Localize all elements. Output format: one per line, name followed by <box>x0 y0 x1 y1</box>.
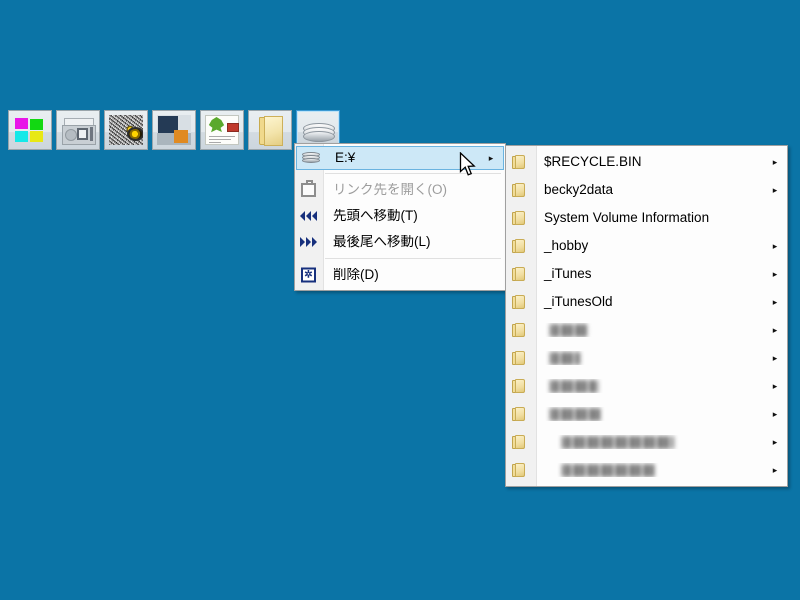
chevron-right-icon: ▸ <box>772 296 778 307</box>
chevron-right-icon: ▸ <box>772 380 778 391</box>
leaf-document-icon <box>205 115 239 145</box>
submenu-item-label: $RECYCLE.BIN <box>544 155 642 169</box>
menu-item-label: 先頭へ移動(T) <box>333 209 418 223</box>
menu-item-label: リンク先を開く(O) <box>333 183 447 197</box>
drive-e-folder-submenu[interactable]: $RECYCLE.BIN ▸ becky2data ▸ System Volume In… <box>505 145 788 487</box>
menu-separator <box>325 258 501 259</box>
menu-item-move-to-first[interactable]: 先頭へ移動(T) <box>295 203 505 229</box>
menu-item-delete[interactable]: ✲ 削除(D) <box>295 262 505 288</box>
open-target-icon <box>295 177 323 203</box>
menu-item-label: 削除(D) <box>333 268 379 282</box>
submenu-item[interactable]: ▸ <box>506 456 787 484</box>
folder-icon <box>506 260 536 288</box>
submenu-item[interactable]: _hobby ▸ <box>506 232 787 260</box>
submenu-item-label <box>536 463 769 477</box>
submenu-item[interactable]: ▸ <box>506 316 787 344</box>
menu-item-move-to-last[interactable]: 最後尾へ移動(L) <box>295 229 505 255</box>
submenu-item-label <box>536 351 769 365</box>
menu-separator <box>325 173 501 174</box>
menu-item-label: E:¥ <box>335 151 356 165</box>
submenu-item-label: becky2data <box>544 183 614 197</box>
chevron-right-icon: ▸ <box>772 240 778 251</box>
menu-item-label: 最後尾へ移動(L) <box>333 235 431 249</box>
submenu-item-label <box>536 323 769 337</box>
folder-icon <box>506 344 536 372</box>
submenu-item[interactable]: ▸ <box>506 400 787 428</box>
submenu-item[interactable]: $RECYCLE.BIN ▸ <box>506 148 787 176</box>
folder-icon <box>506 400 536 428</box>
folder-icon <box>506 316 536 344</box>
submenu-item-label <box>536 379 769 393</box>
redacted-label <box>550 407 600 421</box>
desktop-quick-launch-toolbar[interactable] <box>8 110 340 150</box>
toolbar-icon-eye-photo[interactable] <box>104 110 148 150</box>
windows-logo-icon <box>13 115 47 145</box>
shortcut-context-menu[interactable]: E:¥ ▸ リンク先を開く(O) 先頭へ移動(T) 最後尾へ移動(L) ✲ 削除… <box>294 143 506 291</box>
eye-photo-icon <box>109 115 143 145</box>
folder-icon <box>506 204 536 232</box>
submenu-item[interactable]: _iTunes ▸ <box>506 260 787 288</box>
menu-item-drive-e[interactable]: E:¥ ▸ <box>296 146 504 170</box>
redacted-label <box>562 435 674 449</box>
submenu-item[interactable]: becky2data ▸ <box>506 176 787 204</box>
submenu-item[interactable]: ▸ <box>506 428 787 456</box>
chevron-right-icon: ▸ <box>772 184 778 195</box>
folder-icon <box>506 176 536 204</box>
chevron-right-icon: ▸ <box>772 324 778 335</box>
blocks-image-icon <box>157 115 191 145</box>
folder-icon <box>506 372 536 400</box>
chevron-right-icon: ▸ <box>772 268 778 279</box>
redacted-label <box>550 379 598 393</box>
submenu-item[interactable]: System Volume Information <box>506 204 787 232</box>
folder-icon <box>506 428 536 456</box>
folder-icon <box>253 115 287 146</box>
folder-icon <box>506 232 536 260</box>
toolbar-icon-windows-logo[interactable] <box>8 110 52 150</box>
scanner-device-icon <box>61 115 96 145</box>
move-to-last-icon <box>295 229 323 255</box>
submenu-item-label: _iTunes <box>544 267 592 281</box>
chevron-right-icon: ▸ <box>772 464 778 475</box>
redacted-label <box>550 351 580 365</box>
submenu-item-label: _hobby <box>544 239 589 253</box>
submenu-item[interactable]: ▸ <box>506 372 787 400</box>
chevron-right-icon: ▸ <box>772 436 778 447</box>
chevron-right-icon: ▸ <box>772 352 778 363</box>
submenu-item[interactable]: _iTunesOld ▸ <box>506 288 787 316</box>
toolbar-icon-leaf-document[interactable] <box>200 110 244 150</box>
toolbar-icon-blocks-image[interactable] <box>152 110 196 150</box>
chevron-right-icon: ▸ <box>488 152 494 163</box>
folder-icon <box>506 288 536 316</box>
submenu-item-label <box>536 435 769 449</box>
submenu-item-label: System Volume Information <box>544 211 710 225</box>
chevron-right-icon: ▸ <box>772 408 778 419</box>
move-to-first-icon <box>295 203 323 229</box>
folder-icon <box>506 456 536 484</box>
submenu-item-label: _iTunesOld <box>544 295 613 309</box>
redacted-label <box>550 323 588 337</box>
folder-icon <box>506 148 536 176</box>
submenu-item[interactable]: ▸ <box>506 344 787 372</box>
redacted-label <box>562 463 654 477</box>
toolbar-icon-scanner-device[interactable] <box>56 110 100 150</box>
drive-icon <box>297 147 325 169</box>
network-drive-icon <box>301 115 335 145</box>
submenu-item-label <box>536 407 769 421</box>
delete-icon: ✲ <box>295 262 323 288</box>
menu-item-open-link-target[interactable]: リンク先を開く(O) <box>295 177 505 203</box>
chevron-right-icon: ▸ <box>772 156 778 167</box>
toolbar-icon-folder[interactable] <box>248 110 292 150</box>
